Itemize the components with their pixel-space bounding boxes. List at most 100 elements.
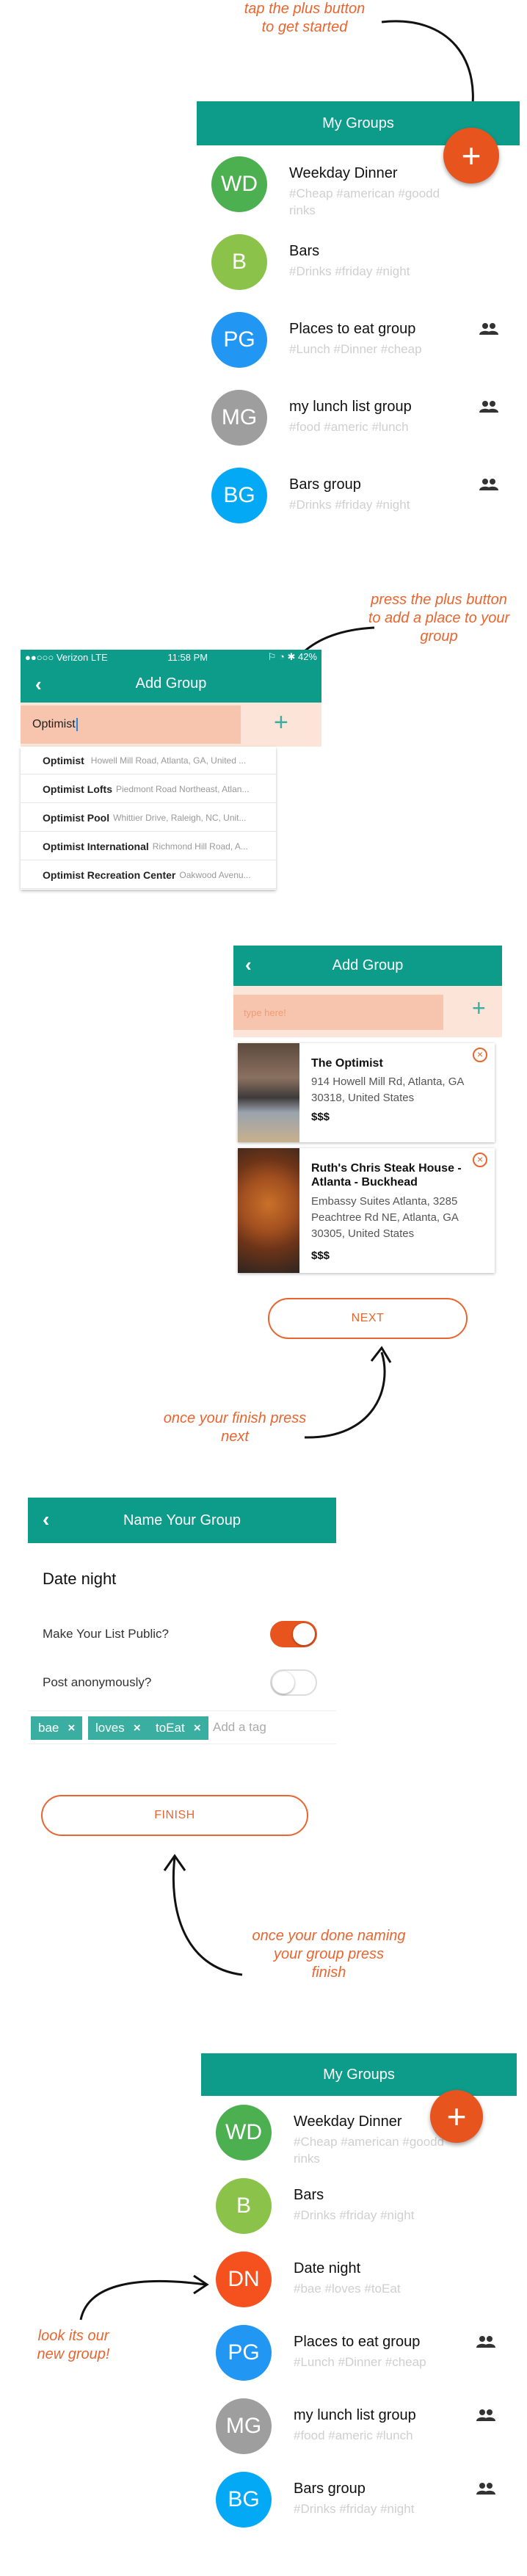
group-list-item[interactable]: BG Bars group #Drinks #friday #night (201, 2463, 517, 2536)
group-tags: #Drinks #friday #night (294, 2208, 415, 2222)
shared-group-icon (479, 401, 498, 413)
group-name: my lunch list group (294, 2407, 416, 2423)
step4-instruction: once your done naming your group press f… (252, 1928, 406, 1981)
remove-tag-icon[interactable]: × (68, 1721, 75, 1735)
suggestion-item[interactable]: Optimist Recreation Center Oakwood Avenu..… (21, 861, 276, 889)
group-avatar: WD (211, 156, 267, 212)
suggestion-match: Optimist (43, 840, 84, 852)
suggestion-item[interactable]: Optimist Pool Whittier Drive, Raleigh, NC,… (21, 804, 276, 832)
add-group-search-screen: ●●○○○ Verizon LTE 11:58 PM ⚐ ◔ ✱ 42% ‹ A… (21, 650, 321, 892)
shared-group-icon (476, 2409, 495, 2421)
add-group-fab[interactable]: + (443, 128, 499, 184)
step3-instruction: once your finish press next (163, 1410, 307, 1445)
group-name: Weekday Dinner (294, 2114, 402, 2130)
group-tags: #Drinks #friday #night (289, 498, 410, 512)
suggestion-name-rest: Pool (87, 811, 110, 824)
add-place-plus-icon[interactable]: + (472, 995, 486, 1022)
group-tags: #Cheap #american #goodd rinks (289, 186, 440, 217)
group-avatar: PG (211, 312, 267, 368)
group-list-item[interactable]: BG Bars group #Drinks #friday #night (197, 457, 520, 534)
place-card[interactable]: Ruth's Chris Steak House - Atlanta - Buc… (238, 1148, 495, 1273)
suggestion-dropdown: Optimist Howell Mill Road, Atlanta, GA, U… (21, 747, 276, 890)
place-photo (238, 1148, 299, 1273)
suggestion-name-rest: Recreation Center (87, 868, 176, 881)
suggestion-match: Optimist (43, 811, 84, 824)
my-groups-title: My Groups (323, 2066, 395, 2083)
remove-place-icon[interactable]: × (473, 1048, 487, 1062)
back-chevron-icon[interactable]: ‹ (35, 673, 42, 696)
step5-instruction: look its our new group! (37, 2328, 110, 2362)
add-group-fab[interactable]: + (430, 2090, 483, 2143)
group-name: Date night (294, 2260, 361, 2276)
finish-button[interactable]: FINISH (41, 1795, 308, 1836)
suggestion-match: Optimist (43, 783, 84, 795)
group-list: WD Weekday Dinner #Cheap #american #goodd … (201, 2096, 517, 2566)
add-group-title: Add Group (135, 675, 207, 692)
suggestion-name-rest: Lofts (87, 783, 112, 795)
carrier-text: ●●○○○ Verizon LTE (25, 651, 108, 663)
group-list-item[interactable]: B Bars #Drinks #friday #night (201, 2169, 517, 2243)
group-avatar: B (211, 234, 267, 290)
suggestion-match: Optimist (43, 868, 84, 881)
tag-text: loves (95, 1721, 125, 1735)
remove-tag-icon[interactable]: × (134, 1721, 141, 1735)
group-list-item[interactable]: B Bars #Drinks #friday #night (197, 223, 520, 301)
public-toggle[interactable] (270, 1621, 317, 1647)
suggestion-item[interactable]: Optimist Howell Mill Road, Atlanta, GA, U… (21, 747, 276, 774)
group-tags: #Lunch #Dinner #cheap (289, 342, 422, 356)
suggestion-address: Whittier Drive, Raleigh, NC, Unit... (113, 812, 247, 823)
tag-chip: loves × (88, 1716, 148, 1740)
suggestion-item[interactable]: Optimist International Richmond Hill Road,… (21, 832, 276, 860)
group-tags: #Drinks #friday #night (294, 2502, 415, 2516)
group-tags: #food #americ #lunch (289, 420, 409, 434)
suggestion-match: Optimist (43, 754, 84, 766)
next-button[interactable]: NEXT (268, 1298, 468, 1339)
status-bar: ●●○○○ Verizon LTE 11:58 PM ⚐ ◔ ✱ 42% (21, 650, 321, 664)
add-tag-input[interactable]: Add a tag (213, 1720, 266, 1735)
group-avatar: B (216, 2178, 272, 2234)
step5-arrow (79, 2274, 209, 2321)
group-list-item[interactable]: PG Places to eat group #Lunch #Dinner #che… (197, 301, 520, 379)
add-place-plus-icon[interactable]: + (274, 708, 288, 737)
suggestion-address: Howell Mill Road, Atlanta, GA, United ..… (90, 755, 247, 766)
tag-input-row[interactable]: bae × loves × toEat × Add a tag (28, 1710, 336, 1744)
search-input[interactable]: Optimist (21, 705, 241, 744)
shared-group-icon (476, 2483, 495, 2495)
group-name-input[interactable]: Date night (43, 1570, 116, 1589)
group-avatar: MG (216, 2398, 272, 2454)
plus-icon: + (461, 137, 481, 175)
group-list-item[interactable]: MG my lunch list group #food #americ #lunc… (201, 2390, 517, 2463)
place-card[interactable]: The Optimist 914 Howell Mill Rd, Atlanta… (238, 1043, 495, 1142)
name-group-header: ‹ Name Your Group (28, 1498, 336, 1543)
place-search-row: type here! + (233, 986, 502, 1037)
suggestion-address: Piedmont Road Northeast, Atlan... (116, 783, 250, 794)
place-address: Embassy Suites Atlanta, 3285 Peachtree R… (311, 1195, 459, 1240)
battery-text: ⚐ ◔ ✱ 42% (267, 651, 317, 662)
anon-toggle[interactable] (270, 1669, 317, 1696)
remove-tag-icon[interactable]: × (194, 1721, 201, 1735)
group-list-item[interactable]: DN Date night #bae #loves #toEat (201, 2243, 517, 2316)
add-group-places-screen: ‹ Add Group type here! + The Optimist 91… (233, 946, 502, 1276)
plus-icon: + (446, 2097, 467, 2136)
back-chevron-icon[interactable]: ‹ (245, 954, 252, 976)
place-search-placeholder: type here! (244, 1006, 286, 1018)
add-group-header-2: ‹ Add Group (233, 946, 502, 986)
add-group-header: ‹ Add Group (21, 664, 321, 703)
suggestion-name-rest: International (87, 840, 149, 852)
place-name: The Optimist (311, 1057, 383, 1070)
place-price: $$$ (311, 1249, 330, 1262)
remove-place-icon[interactable]: × (473, 1153, 487, 1167)
group-name: Bars group (289, 476, 361, 493)
place-search-input[interactable]: type here! (233, 995, 443, 1030)
group-tags: #Cheap #american #goodd rinks (294, 2135, 445, 2166)
group-list-item[interactable]: PG Places to eat group #Lunch #Dinner #che… (201, 2316, 517, 2390)
place-name: Ruth's Chris Steak House - Atlanta - Buc… (311, 1162, 462, 1189)
public-label: Make Your List Public? (43, 1627, 169, 1641)
group-tags: #Drinks #friday #night (289, 264, 410, 278)
my-groups-header: My Groups (201, 2053, 517, 2096)
group-list-item[interactable]: MG my lunch list group #food #americ #lunc… (197, 379, 520, 457)
suggestion-item[interactable]: Optimist Lofts Piedmont Road Northeast, At… (21, 775, 276, 803)
finish-label: FINISH (154, 1809, 195, 1821)
group-avatar: BG (211, 468, 267, 523)
back-chevron-icon[interactable]: ‹ (43, 1508, 49, 1531)
